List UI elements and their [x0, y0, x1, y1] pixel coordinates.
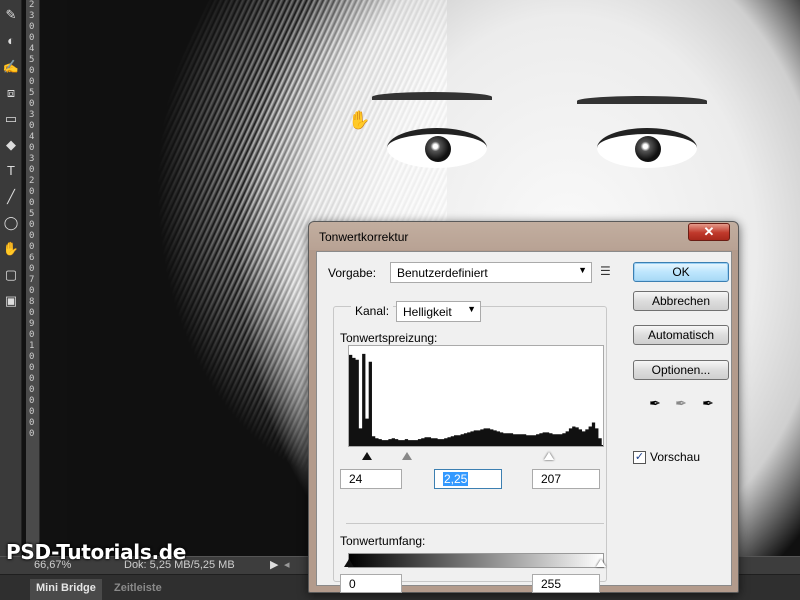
- output-black-value: 0: [349, 577, 356, 591]
- preset-value: Benutzerdefiniert: [397, 266, 488, 280]
- tool-icon[interactable]: ✎: [2, 6, 20, 24]
- levels-dialog: Tonwertkorrektur ✕ Vorgabe: Benutzerdefi…: [308, 221, 739, 593]
- chevron-down-icon: ▼: [467, 304, 476, 314]
- preset-menu-icon[interactable]: ☰: [600, 265, 614, 279]
- preview-label: Vorschau: [650, 450, 701, 464]
- options-button[interactable]: Optionen...: [633, 360, 729, 380]
- tool-icon[interactable]: ▣: [2, 292, 20, 310]
- watermark-logo: PSD-Tutorials.de: [6, 540, 187, 564]
- ruler-digits: 2300450050304030200500060708090100000000: [29, 0, 35, 439]
- tab-mini-bridge[interactable]: Mini Bridge: [30, 579, 102, 600]
- tool-icon[interactable]: ◆: [2, 136, 20, 154]
- dialog-title: Tonwertkorrektur: [319, 230, 409, 244]
- output-white-value: 255: [541, 577, 562, 591]
- channel-value: Helligkeit: [403, 305, 452, 319]
- vertical-ruler: 2300450050304030200500060708090100000000: [26, 0, 40, 556]
- left-eyebrow: [372, 92, 492, 102]
- right-eyebrow: [577, 96, 707, 106]
- tool-icon[interactable]: T: [2, 162, 20, 180]
- tool-icon[interactable]: ▢: [2, 266, 20, 284]
- chevron-down-icon: ▼: [578, 265, 587, 275]
- output-black-field[interactable]: 0: [340, 574, 402, 593]
- tool-icon[interactable]: ⧈: [2, 84, 20, 102]
- output-white-field[interactable]: 255: [532, 574, 600, 593]
- tool-icon[interactable]: ▭: [2, 110, 20, 128]
- output-white-slider[interactable]: [596, 559, 606, 567]
- tool-icon[interactable]: ◐: [2, 32, 20, 50]
- cancel-button[interactable]: Abbrechen: [633, 291, 729, 311]
- tool-icon[interactable]: ✋: [2, 240, 20, 258]
- histogram-area: [349, 353, 603, 446]
- input-black-value: 24: [349, 472, 363, 486]
- input-black-field[interactable]: 24: [340, 469, 402, 489]
- status-menu-arrow-icon[interactable]: ▶: [270, 558, 278, 571]
- histogram: [348, 345, 604, 447]
- preset-label: Vorgabe:: [328, 266, 377, 280]
- hand-cursor-icon: ✋: [348, 110, 371, 130]
- input-white-value: 207: [541, 472, 562, 486]
- tab-zeitleiste[interactable]: Zeitleiste: [108, 579, 168, 600]
- input-white-field[interactable]: 207: [532, 469, 600, 489]
- close-button[interactable]: ✕: [688, 223, 730, 241]
- input-gamma-value: 2,25: [443, 472, 469, 486]
- gray-eyedropper-icon[interactable]: ✒: [673, 394, 689, 412]
- input-levels-label: Tonwertspreizung:: [340, 331, 438, 345]
- left-eye: [387, 128, 487, 168]
- preview-checkbox[interactable]: ✓: [633, 451, 646, 464]
- output-black-slider[interactable]: [344, 559, 354, 567]
- channel-select[interactable]: Helligkeit ▼: [396, 301, 481, 322]
- tool-icon[interactable]: ╱: [2, 188, 20, 206]
- tool-icon[interactable]: ◯: [2, 214, 20, 232]
- tools-panel: ✎ ◐ ✍ ⧈ ▭ ◆ T ╱ ◯ ✋ ▢ ▣: [0, 0, 22, 560]
- auto-button[interactable]: Automatisch: [633, 325, 729, 345]
- channel-label: Kanal:: [351, 304, 394, 318]
- preset-select[interactable]: Benutzerdefiniert ▼: [390, 262, 592, 283]
- canvas-margin: [41, 0, 67, 556]
- divider: [346, 523, 604, 524]
- input-gamma-slider[interactable]: [402, 452, 412, 460]
- tool-icon[interactable]: ✍: [2, 58, 20, 76]
- right-eye: [597, 128, 697, 168]
- histogram-chart: [349, 353, 603, 446]
- input-white-slider[interactable]: [544, 452, 554, 460]
- black-eyedropper-icon[interactable]: ✒: [647, 394, 663, 412]
- scroll-left-icon[interactable]: ◂: [284, 558, 290, 571]
- ok-button[interactable]: OK: [633, 262, 729, 282]
- output-levels-label: Tonwertumfang:: [340, 534, 426, 548]
- white-eyedropper-icon[interactable]: ✒: [700, 394, 716, 412]
- input-black-slider[interactable]: [362, 452, 372, 460]
- input-gamma-field[interactable]: 2,25: [434, 469, 502, 489]
- output-gradient-bar: [348, 553, 604, 568]
- dialog-body: Vorgabe: Benutzerdefiniert ▼ ☰ Kanal: He…: [316, 251, 732, 593]
